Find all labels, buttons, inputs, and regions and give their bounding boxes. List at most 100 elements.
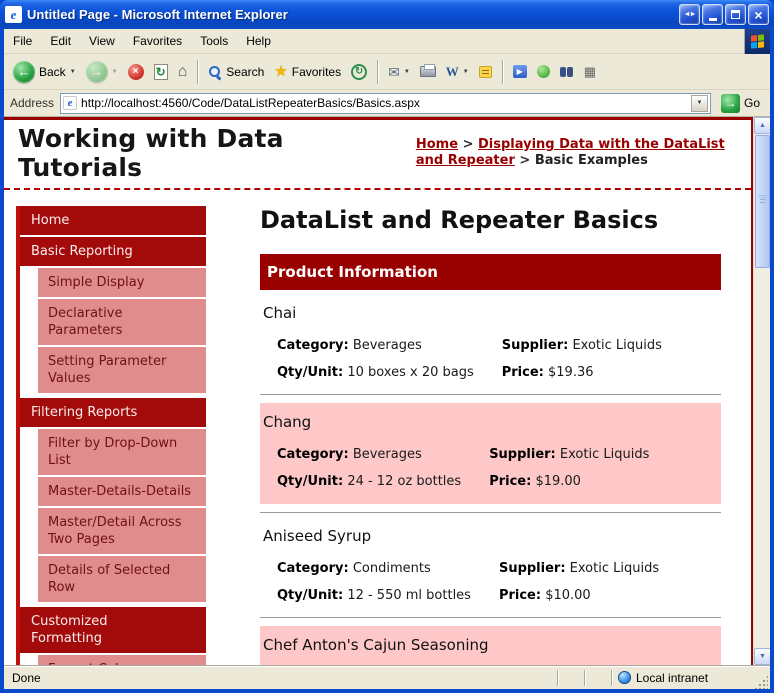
sidebar-item-filter-by-drop-down-list[interactable]: Filter by Drop-Down List (38, 429, 206, 475)
standard-toolbar: ← Back ▼ → ▼ × ↻ ⌂ Search ★ Favorites ↻ … (4, 54, 770, 90)
discuss-button[interactable] (474, 63, 497, 81)
minimize-button[interactable] (702, 4, 723, 25)
statusbar-divider (611, 669, 612, 686)
go-button[interactable]: → Go (717, 93, 764, 113)
back-dropdown-icon[interactable]: ▼ (70, 69, 76, 75)
menu-help[interactable]: Help (237, 29, 280, 53)
page-body: Home Basic Reporting Simple Display Decl… (4, 190, 751, 665)
page-favicon: e (63, 96, 78, 110)
refresh-button[interactable]: ↻ (149, 61, 173, 83)
forward-button[interactable]: → ▼ (81, 58, 123, 86)
address-label: Address (10, 96, 55, 110)
product-item: Chef Anton's Cajun Seasoning Category: C… (260, 626, 721, 665)
menu-edit[interactable]: Edit (41, 29, 80, 53)
messenger-button[interactable] (532, 62, 555, 81)
forward-dropdown-icon: ▼ (111, 68, 118, 75)
refresh-icon: ↻ (153, 63, 168, 80)
toolbar-separator (501, 59, 503, 84)
media-button[interactable]: ▶ (508, 62, 532, 81)
site-title: Working with Data Tutorials (18, 124, 284, 182)
browser-window: e Untitled Page - Microsoft Internet Exp… (0, 0, 774, 693)
mail-button[interactable]: ✉ ▼ (383, 62, 415, 82)
maximize-button[interactable] (725, 4, 746, 25)
favorites-label: Favorites (291, 64, 342, 79)
breadcrumb-separator: > (519, 153, 531, 168)
product-divider (260, 512, 721, 513)
qty-value: 10 boxes x 20 bags (347, 365, 474, 380)
media-icon: ▶ (512, 65, 527, 78)
search-icon (208, 65, 222, 79)
sidebar-item-customized-formatting[interactable]: Customized Formatting (20, 607, 206, 653)
product-details-table: Category: Condiments Supplier: Exotic Li… (277, 555, 687, 609)
product-item: Chai Category: Beverages Supplier: Exoti… (260, 294, 721, 386)
scrollbar-thumb[interactable] (755, 135, 770, 268)
price-label: Price: (489, 474, 532, 489)
product-item: Chang Category: Beverages Supplier: Exot… (260, 403, 721, 504)
price-value: $10.00 (545, 588, 591, 603)
product-information-banner: Product Information (260, 254, 721, 290)
sidebar-item-master-detail-across-two-pages[interactable]: Master/Detail Across Two Pages (38, 508, 206, 554)
window-title: Untitled Page - Microsoft Internet Explo… (27, 7, 288, 22)
category-label: Category: (277, 561, 349, 576)
category-label: Category: (277, 447, 349, 462)
search-label: Search (226, 64, 265, 79)
edit-button[interactable]: W ▼ (441, 61, 474, 83)
sidebar-item-home[interactable]: Home (20, 206, 206, 235)
close-button[interactable]: × (748, 4, 769, 25)
price-value: $19.36 (548, 365, 594, 380)
category-value: Beverages (352, 447, 422, 462)
edit-dropdown-icon[interactable]: ▼ (463, 69, 469, 75)
sidebar-item-declarative-parameters[interactable]: Declarative Parameters (38, 299, 206, 345)
web-page: Working with Data Tutorials Home > Displ… (4, 117, 753, 665)
menu-file[interactable]: File (4, 29, 41, 53)
research-button[interactable] (555, 63, 579, 81)
address-dropdown-button[interactable]: ▼ (690, 94, 708, 112)
mail-icon: ✉ (388, 63, 400, 80)
quick-launch-button[interactable]: ▦ (579, 62, 601, 81)
back-button[interactable]: ← Back ▼ (8, 58, 81, 86)
product-details-table: Category: Beverages Supplier: Exotic Liq… (277, 332, 690, 386)
address-bar: Address e ▼ → Go (4, 90, 770, 117)
breadcrumb-home-link[interactable]: Home (416, 137, 458, 152)
supplier-label: Supplier: (498, 561, 566, 576)
sidebar-item-details-of-selected-row[interactable]: Details of Selected Row (38, 556, 206, 602)
arrows-icon: ◄► (683, 11, 697, 18)
go-label: Go (743, 96, 760, 110)
stop-button[interactable]: × (123, 61, 149, 83)
menu-view[interactable]: View (80, 29, 124, 53)
sidebar-item-master-details-details[interactable]: Master-Details-Details (38, 477, 206, 506)
window-controls: ◄► × (679, 4, 769, 25)
intranet-zone-icon (618, 671, 631, 684)
address-input[interactable] (81, 96, 687, 110)
resize-grip[interactable] (754, 675, 768, 689)
search-button[interactable]: Search (203, 62, 269, 82)
vertical-scrollbar[interactable]: ▲ ▼ (753, 117, 770, 665)
sidebar-item-filtering-reports[interactable]: Filtering Reports (20, 398, 206, 427)
security-zone: Local intranet (614, 671, 754, 685)
sidebar-item-simple-display[interactable]: Simple Display (38, 268, 206, 297)
scroll-up-button[interactable]: ▲ (754, 117, 770, 134)
mail-dropdown-icon[interactable]: ▼ (404, 69, 410, 75)
window-arrows-button[interactable]: ◄► (679, 4, 700, 25)
supplier-label: Supplier: (489, 447, 556, 462)
grid-icon: ▦ (583, 64, 597, 79)
ie-page-icon: e (5, 6, 22, 23)
breadcrumb-current: Basic Examples (534, 153, 648, 168)
menu-favorites[interactable]: Favorites (124, 29, 191, 53)
supplier-label: Supplier: (501, 338, 569, 353)
sidebar-item-setting-parameter-values[interactable]: Setting Parameter Values (38, 347, 206, 393)
home-button[interactable]: ⌂ (173, 61, 193, 83)
favorites-button[interactable]: ★ Favorites (269, 61, 346, 82)
page-title: DataList and Repeater Basics (260, 206, 659, 234)
forward-icon: → (85, 60, 108, 83)
sidebar-item-basic-reporting[interactable]: Basic Reporting (20, 237, 206, 266)
print-button[interactable] (415, 63, 441, 80)
price-label: Price: (501, 365, 544, 380)
history-button[interactable]: ↻ (346, 61, 372, 83)
scroll-down-button[interactable]: ▼ (754, 648, 770, 665)
sidebar-item-format-colors[interactable]: Format Colors (38, 655, 206, 665)
stop-icon: × (127, 63, 144, 80)
menu-spacer (280, 29, 744, 53)
menu-tools[interactable]: Tools (191, 29, 237, 53)
category-value: Condiments (352, 561, 431, 576)
